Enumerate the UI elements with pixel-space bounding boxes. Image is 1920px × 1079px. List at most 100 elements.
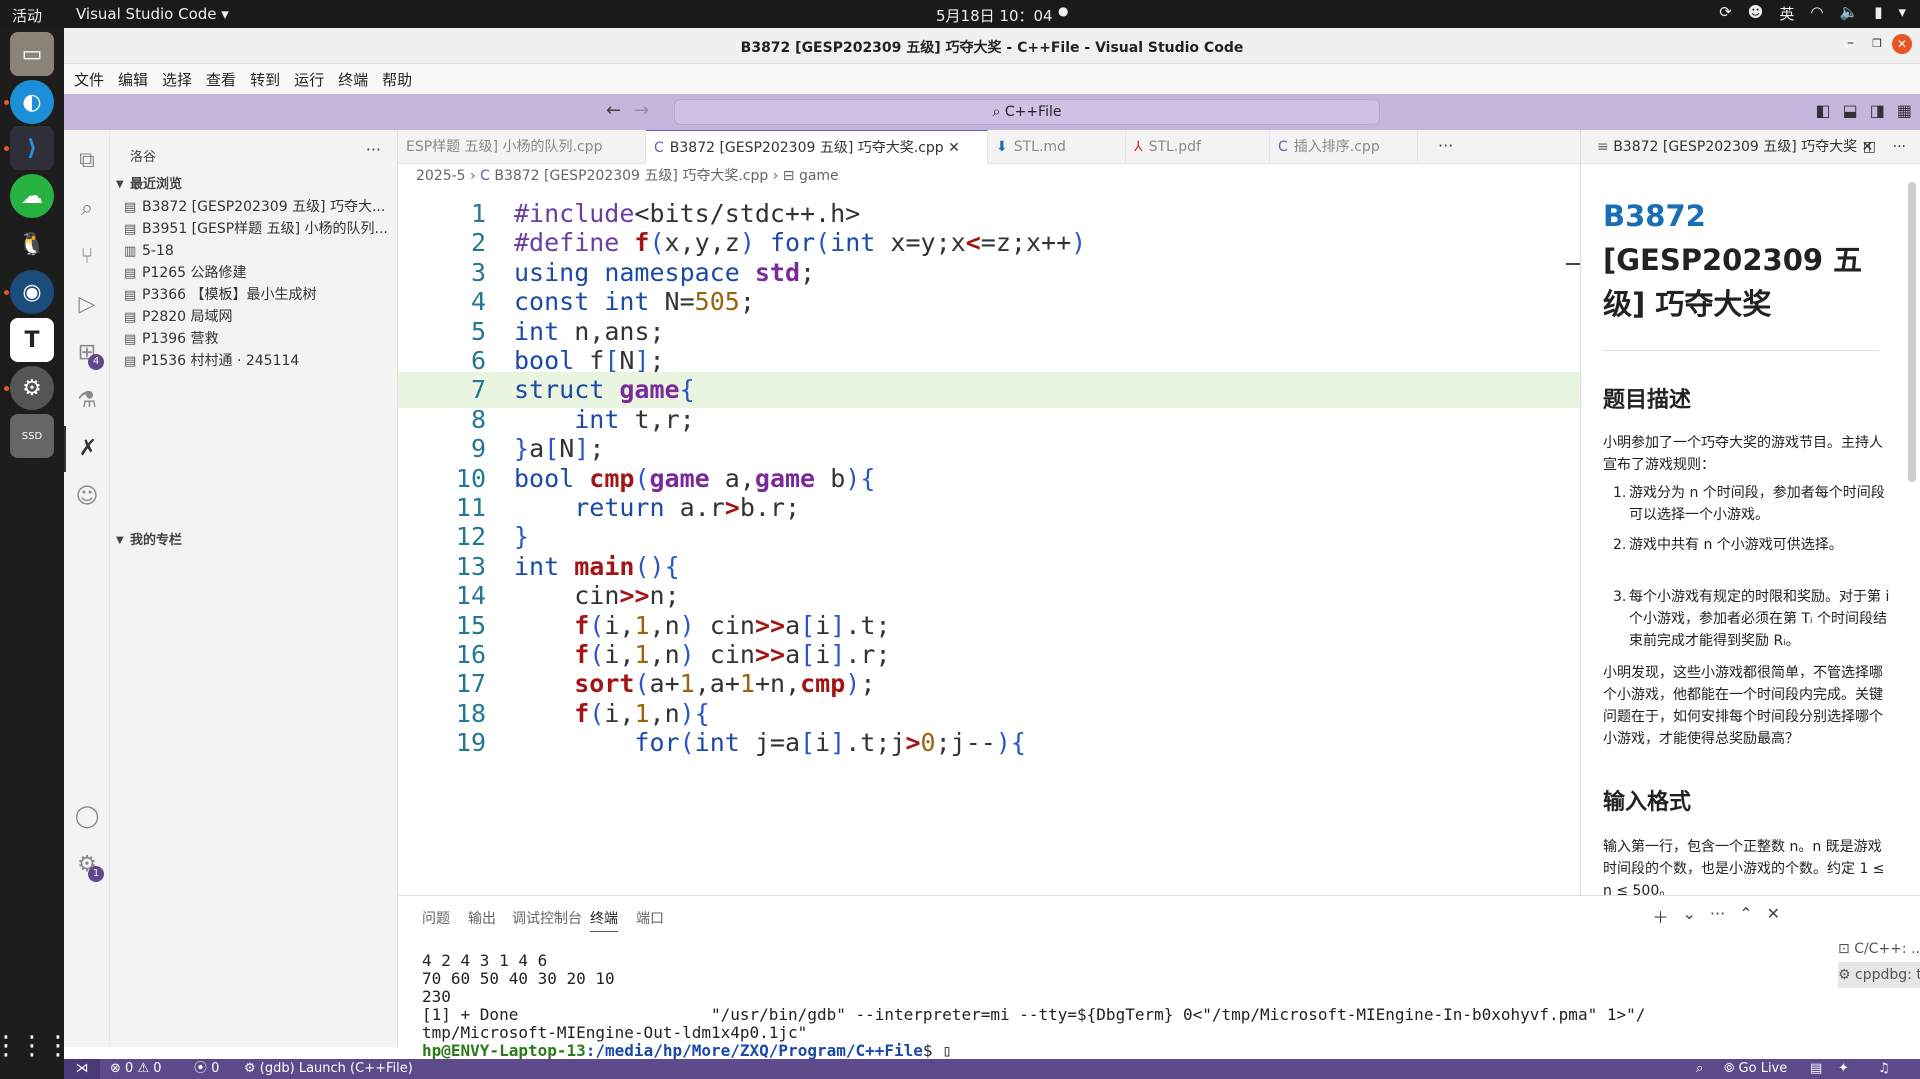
close-panel-icon[interactable]: ✕ — [1767, 904, 1780, 928]
extensions-badge: 4 — [88, 354, 104, 370]
terminal-entry[interactable]: ⊡ C/C++: ... — [1838, 936, 1920, 962]
sync-icon[interactable]: ⟳ — [1719, 3, 1732, 24]
debug-launch-status[interactable]: ⚙ (gdb) Launch (C++File) — [244, 1059, 413, 1079]
extensions-icon[interactable]: ⊞ 4 — [64, 330, 110, 376]
manage-gear-icon[interactable]: ⚙ 1 — [64, 842, 110, 888]
recent-item[interactable]: ▤ P1396 营救 — [124, 328, 398, 350]
typora-icon[interactable]: T — [10, 318, 54, 362]
chevron-down-icon[interactable]: ⌄ — [1683, 904, 1696, 928]
panel-tab-debug-console[interactable]: 调试控制台 — [512, 908, 582, 928]
breadcrumb-file[interactable]: B3872 [GESP202309 五级] 巧夺大奖.cpp — [494, 168, 768, 184]
tab-stl-md[interactable]: ⬇ STL.md — [988, 130, 1126, 164]
show-apps-icon[interactable]: ⋮⋮⋮ — [0, 1024, 71, 1068]
menu-file[interactable]: 文件 — [70, 64, 108, 95]
problem-name: [GESP202309 五级] 巧夺大奖 — [1603, 243, 1863, 321]
column-section-header[interactable]: ▼ 我的专栏 — [110, 530, 398, 552]
app-menu[interactable]: Visual Studio Code ▾ — [76, 5, 229, 23]
close-window-button[interactable]: ✕ — [1892, 34, 1912, 54]
back-arrow-icon[interactable]: ← — [606, 100, 621, 121]
menu-selection[interactable]: 选择 — [158, 64, 196, 95]
power-icon[interactable]: ▾ — [1898, 3, 1906, 24]
file-info-icon[interactable]: ▤ — [1810, 1059, 1822, 1079]
ports-status[interactable]: ⦿ 0 — [194, 1059, 219, 1079]
breadcrumb-symbol[interactable]: game — [799, 168, 839, 184]
scrollbar[interactable] — [1908, 182, 1916, 482]
terminal-list: ⊡ C/C++: ... ⚙ cppdbg: text — [1838, 936, 1920, 988]
breadcrumb-folder[interactable]: 2025-5 — [416, 168, 466, 184]
menu-terminal[interactable]: 终端 — [334, 64, 372, 95]
search-view-icon[interactable]: ⌕ — [64, 186, 110, 232]
go-live-button[interactable]: ⦾ Go Live — [1724, 1059, 1787, 1079]
recent-item[interactable]: ▤ P1265 公路修建 — [124, 262, 398, 284]
preview-tab[interactable]: ≡ B3872 [GESP202309 五级] 巧夺大奖 ✕ ◫ ··· — [1580, 130, 1920, 164]
panel-more-icon[interactable]: ··· — [1710, 904, 1725, 928]
remote-indicator-icon[interactable]: ⋊ — [64, 1059, 100, 1079]
files-icon[interactable]: ▭ — [10, 32, 54, 76]
recent-item[interactable]: ▤ B3872 [GESP202309 五级] 巧夺大... — [124, 196, 398, 218]
luogu-icon[interactable]: ✗ — [64, 426, 110, 472]
command-center-search[interactable]: ⌕ C++File — [674, 99, 1380, 125]
menu-help[interactable]: 帮助 — [378, 64, 416, 95]
copilot-icon[interactable]: ✦ — [1838, 1059, 1849, 1079]
code-line[interactable]: 19 for(int j=a[i].t;j>0;j--){ — [398, 725, 1580, 761]
accounts-icon[interactable]: ◯ — [64, 794, 110, 840]
toggle-sidebar-icon[interactable]: ◧ — [1816, 101, 1831, 120]
source-control-icon[interactable]: ⑂ — [64, 234, 110, 280]
extension-view-icon[interactable]: ☺ — [64, 474, 110, 520]
panel-tab-terminal[interactable]: 终端 — [590, 908, 618, 932]
run-debug-icon[interactable]: ▷ — [64, 282, 110, 328]
panel-tab-problems[interactable]: 问题 — [422, 908, 450, 928]
preview-more-icon[interactable]: ··· — [1893, 130, 1906, 164]
steam-icon[interactable]: ◉ — [10, 270, 54, 314]
vscode-icon[interactable]: ⟩ — [10, 126, 54, 170]
new-terminal-icon[interactable]: ＋ — [1653, 904, 1669, 928]
activities-button[interactable]: 活动 — [12, 5, 42, 26]
menu-edit[interactable]: 编辑 — [114, 64, 152, 95]
tab-stl-pdf[interactable]: ⅄ STL.pdf — [1126, 130, 1270, 164]
wifi-icon[interactable]: ◠ — [1810, 3, 1823, 24]
tab-queue-cpp[interactable]: ESP样题 五级] 小杨的队列.cpp — [398, 130, 646, 164]
recent-item[interactable]: ▤ P1536 村村通 · 245114 — [124, 350, 398, 372]
explorer-icon[interactable]: ⧉ — [64, 138, 110, 184]
recent-item[interactable]: ▤ P3366 【模板】最小生成树 — [124, 284, 398, 306]
tab-insertion-sort-cpp[interactable]: C 插入排序.cpp — [1270, 130, 1418, 164]
split-editor-icon[interactable]: ◫ — [1863, 130, 1876, 164]
recent-item[interactable]: ▤ P2820 局域网 — [124, 306, 398, 328]
terminal-prompt[interactable]: hp@ENVY-Laptop-13:/media/hp/More/ZXQ/Pro… — [422, 1042, 1752, 1060]
tabs-more-icon[interactable]: ··· — [1438, 136, 1453, 155]
tab-b3872-cpp[interactable]: C B3872 [GESP202309 五级] 巧夺大奖.cpp ✕ — [646, 130, 988, 164]
edge-browser-icon[interactable]: ◐ — [10, 80, 54, 124]
indicator-icon[interactable]: ☻ — [1748, 3, 1764, 24]
problems-status[interactable]: ⊗ 0 ⚠ 0 — [110, 1059, 162, 1079]
maximize-button[interactable]: ❐ — [1872, 37, 1882, 50]
maximize-panel-icon[interactable]: ⌃ — [1739, 904, 1752, 928]
toggle-panel-icon[interactable]: ⬓ — [1843, 101, 1858, 120]
toggle-secondary-sidebar-icon[interactable]: ◨ — [1870, 101, 1885, 120]
input-method[interactable]: 英 — [1779, 3, 1794, 24]
menu-run[interactable]: 运行 — [290, 64, 328, 95]
menu-view[interactable]: 查看 — [202, 64, 240, 95]
settings-app-icon[interactable]: ⚙ — [10, 366, 54, 410]
clock[interactable]: 5月18日 10：04 — [936, 5, 1053, 26]
more-actions-icon[interactable]: ··· — [366, 140, 381, 159]
customize-layout-icon[interactable]: ▦ — [1897, 101, 1912, 120]
code-editor[interactable]: 1 #include<bits/stdc++.h> 2 #define f(x,y,z… — [398, 188, 1580, 895]
panel-tab-ports[interactable]: 端口 — [636, 908, 664, 928]
menu-go[interactable]: 转到 — [246, 64, 284, 95]
testing-icon[interactable]: ⚗ — [64, 378, 110, 424]
recent-section-header[interactable]: ▼ 最近浏览 — [110, 174, 398, 196]
battery-icon[interactable]: ▮ — [1874, 3, 1882, 24]
notifications-bell-icon[interactable]: ♫ — [1878, 1059, 1890, 1079]
zoom-icon[interactable]: ⌕ — [1696, 1059, 1703, 1079]
qq-icon[interactable]: 🐧 — [10, 222, 54, 266]
forward-arrow-icon[interactable]: → — [634, 100, 649, 121]
terminal-entry[interactable]: ⚙ cppdbg: text — [1838, 962, 1920, 988]
recent-item[interactable]: ▥ 5-18 — [124, 240, 398, 262]
close-tab-icon[interactable]: ✕ — [948, 140, 960, 156]
panel-tab-output[interactable]: 输出 — [468, 908, 496, 928]
recent-item[interactable]: ▤ B3951 [GESP样题 五级] 小杨的队列... — [124, 218, 398, 240]
minimize-button[interactable]: – — [1847, 35, 1854, 51]
wechat-icon[interactable]: ☁ — [10, 174, 54, 218]
volume-icon[interactable]: 🔈 — [1840, 3, 1859, 24]
ssd-drive-icon[interactable]: SSD — [10, 414, 54, 458]
